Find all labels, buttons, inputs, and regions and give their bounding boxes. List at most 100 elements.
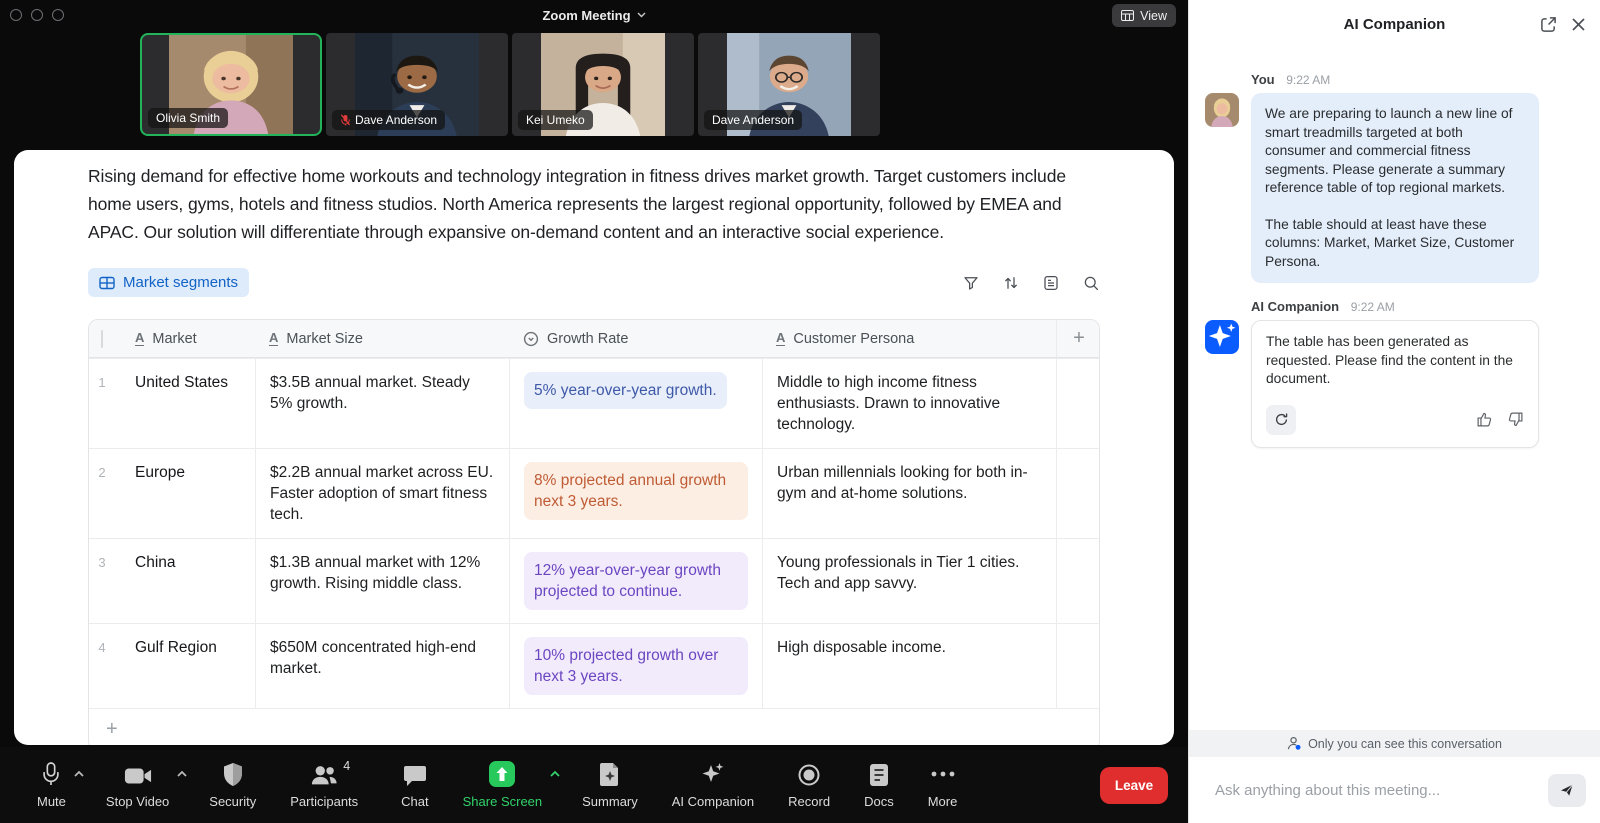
cell-customer-persona[interactable]: Urban millennials looking for both in-gy…: [762, 449, 1056, 538]
cell-market[interactable]: Gulf Region: [129, 624, 255, 708]
row-number: 1: [89, 359, 129, 448]
add-row-button[interactable]: +: [106, 718, 118, 741]
share-options-chevron[interactable]: [549, 770, 561, 778]
participant-tile-kei-umeko[interactable]: Kei Umeko: [512, 33, 694, 136]
meeting-title-menu[interactable]: Zoom Meeting: [0, 0, 1188, 30]
card-view-icon[interactable]: [1042, 274, 1060, 292]
message-text: We are preparing to launch a new line of…: [1265, 105, 1525, 198]
market-segments-chip[interactable]: Market segments: [88, 268, 249, 297]
zoom-meeting-window: Zoom Meeting View: [0, 0, 1600, 823]
cell-growth-rate[interactable]: 10% projected growth over next 3 years.: [509, 624, 762, 708]
thumbs-down-icon[interactable]: [1507, 411, 1524, 428]
cell-growth-rate[interactable]: 12% year-over-year growth projected to c…: [509, 539, 762, 623]
cell-market-size[interactable]: $3.5B annual market. Steady 5% growth.: [255, 359, 509, 448]
market-segments-table: AMarket AMarket Size Growth Rate ACustom…: [88, 319, 1100, 745]
cell-extra: [1056, 624, 1100, 708]
send-icon[interactable]: [1548, 774, 1586, 807]
mic-muted-icon: [340, 114, 351, 126]
summary-button[interactable]: Summary: [582, 761, 638, 809]
text-type-icon: A: [776, 331, 785, 346]
participant-tile-dave-anderson-2[interactable]: Dave Anderson: [698, 33, 880, 136]
participant-name-label: Dave Anderson: [332, 110, 445, 130]
main-meeting-area: Zoom Meeting View: [0, 0, 1188, 823]
growth-highlight: 8% projected annual growth next 3 years.: [524, 462, 748, 520]
table-icon: [99, 275, 115, 291]
search-icon[interactable]: [1082, 274, 1100, 292]
cell-market[interactable]: Europe: [129, 449, 255, 538]
security-button[interactable]: Security: [209, 761, 256, 809]
participant-name: Dave Anderson: [712, 113, 794, 127]
ai-panel-header: AI Companion: [1189, 0, 1600, 48]
cell-market-size[interactable]: $2.2B annual market across EU. Faster ad…: [255, 449, 509, 538]
table-row[interactable]: 4 Gulf Region $650M concentrated high-en…: [89, 623, 1099, 708]
column-header-customer-persona[interactable]: ACustomer Persona: [762, 331, 1056, 347]
cell-market-size[interactable]: $650M concentrated high-end market.: [255, 624, 509, 708]
video-strip: Olivia Smith: [140, 33, 880, 136]
summary-icon: [599, 761, 621, 787]
row-number: 3: [89, 539, 129, 623]
cell-market[interactable]: China: [129, 539, 255, 623]
cell-market[interactable]: United States: [129, 359, 255, 448]
cell-market-size[interactable]: $1.3B annual market with 12% growth. Ris…: [255, 539, 509, 623]
filter-icon[interactable]: [962, 274, 980, 292]
cell-customer-persona[interactable]: Middle to high income fitness enthusiast…: [762, 359, 1056, 448]
table-row[interactable]: 2 Europe $2.2B annual market across EU. …: [89, 448, 1099, 538]
ai-chat-input[interactable]: [1215, 782, 1538, 799]
more-button[interactable]: More: [928, 761, 958, 809]
participants-count: 4: [343, 759, 350, 773]
docs-button[interactable]: Docs: [864, 761, 894, 809]
video-options-chevron[interactable]: [176, 770, 188, 778]
message-sender-row: You 9:22 AM: [1251, 72, 1584, 87]
mute-options-chevron[interactable]: [73, 770, 85, 778]
participant-name: Dave Anderson: [355, 113, 437, 127]
more-dots-icon: [931, 761, 955, 787]
table-toolbar: [962, 274, 1100, 292]
cell-extra: [1056, 449, 1100, 538]
stop-video-button[interactable]: Stop Video: [106, 761, 169, 809]
cell-customer-persona[interactable]: High disposable income.: [762, 624, 1056, 708]
participant-name: Olivia Smith: [156, 111, 220, 125]
table-footer: +: [89, 708, 1099, 745]
column-header-market-size[interactable]: AMarket Size: [255, 331, 509, 347]
chat-button[interactable]: Chat: [401, 761, 428, 809]
row-number: 4: [89, 624, 129, 708]
table-row[interactable]: 3 China $1.3B annual market with 12% gro…: [89, 538, 1099, 623]
ai-companion-button[interactable]: AI Companion: [672, 761, 754, 809]
meeting-title: Zoom Meeting: [542, 8, 630, 23]
popout-icon[interactable]: [1540, 16, 1557, 33]
thumbs-up-icon[interactable]: [1476, 411, 1493, 428]
view-button[interactable]: View: [1112, 4, 1176, 27]
chat-bubble-icon: [403, 761, 427, 787]
message-sender: AI Companion: [1251, 299, 1339, 314]
cell-customer-persona[interactable]: Young professionals in Tier 1 cities. Te…: [762, 539, 1056, 623]
row-number: 2: [89, 449, 129, 538]
column-header-growth-rate[interactable]: Growth Rate: [509, 331, 762, 347]
titlebar: Zoom Meeting View: [0, 0, 1188, 30]
add-column-button[interactable]: +: [1056, 320, 1100, 357]
table-row[interactable]: 1 United States $3.5B annual market. Ste…: [89, 358, 1099, 448]
mute-button[interactable]: Mute: [37, 761, 66, 809]
record-icon: [797, 761, 821, 787]
select-all-checkbox[interactable]: [101, 330, 103, 348]
participant-tile-dave-anderson-1[interactable]: Dave Anderson: [326, 33, 508, 136]
leave-button[interactable]: Leave: [1100, 767, 1168, 804]
participant-tile-olivia-smith[interactable]: Olivia Smith: [140, 33, 322, 136]
select-type-icon: [523, 331, 539, 347]
record-button[interactable]: Record: [788, 761, 830, 809]
shield-icon: [222, 761, 244, 787]
close-icon[interactable]: [1571, 17, 1586, 32]
video-camera-icon: [124, 761, 152, 787]
participants-button[interactable]: 4 Participants: [290, 761, 358, 809]
cell-extra: [1056, 539, 1100, 623]
growth-highlight: 5% year-over-year growth.: [524, 372, 727, 409]
column-header-market[interactable]: AMarket: [129, 331, 255, 347]
user-message-bubble: We are preparing to launch a new line of…: [1251, 93, 1539, 283]
cell-growth-rate[interactable]: 8% projected annual growth next 3 years.: [509, 449, 762, 538]
ai-chat-messages: You 9:22 AM We are preparing to launch a…: [1189, 48, 1600, 730]
share-screen-button[interactable]: Share Screen: [463, 761, 543, 809]
regenerate-icon[interactable]: [1266, 405, 1296, 435]
cell-growth-rate[interactable]: 5% year-over-year growth.: [509, 359, 762, 448]
shared-document: Rising demand for effective home workout…: [14, 150, 1174, 745]
sort-icon[interactable]: [1002, 274, 1020, 292]
message-time: 9:22 AM: [1286, 73, 1330, 87]
